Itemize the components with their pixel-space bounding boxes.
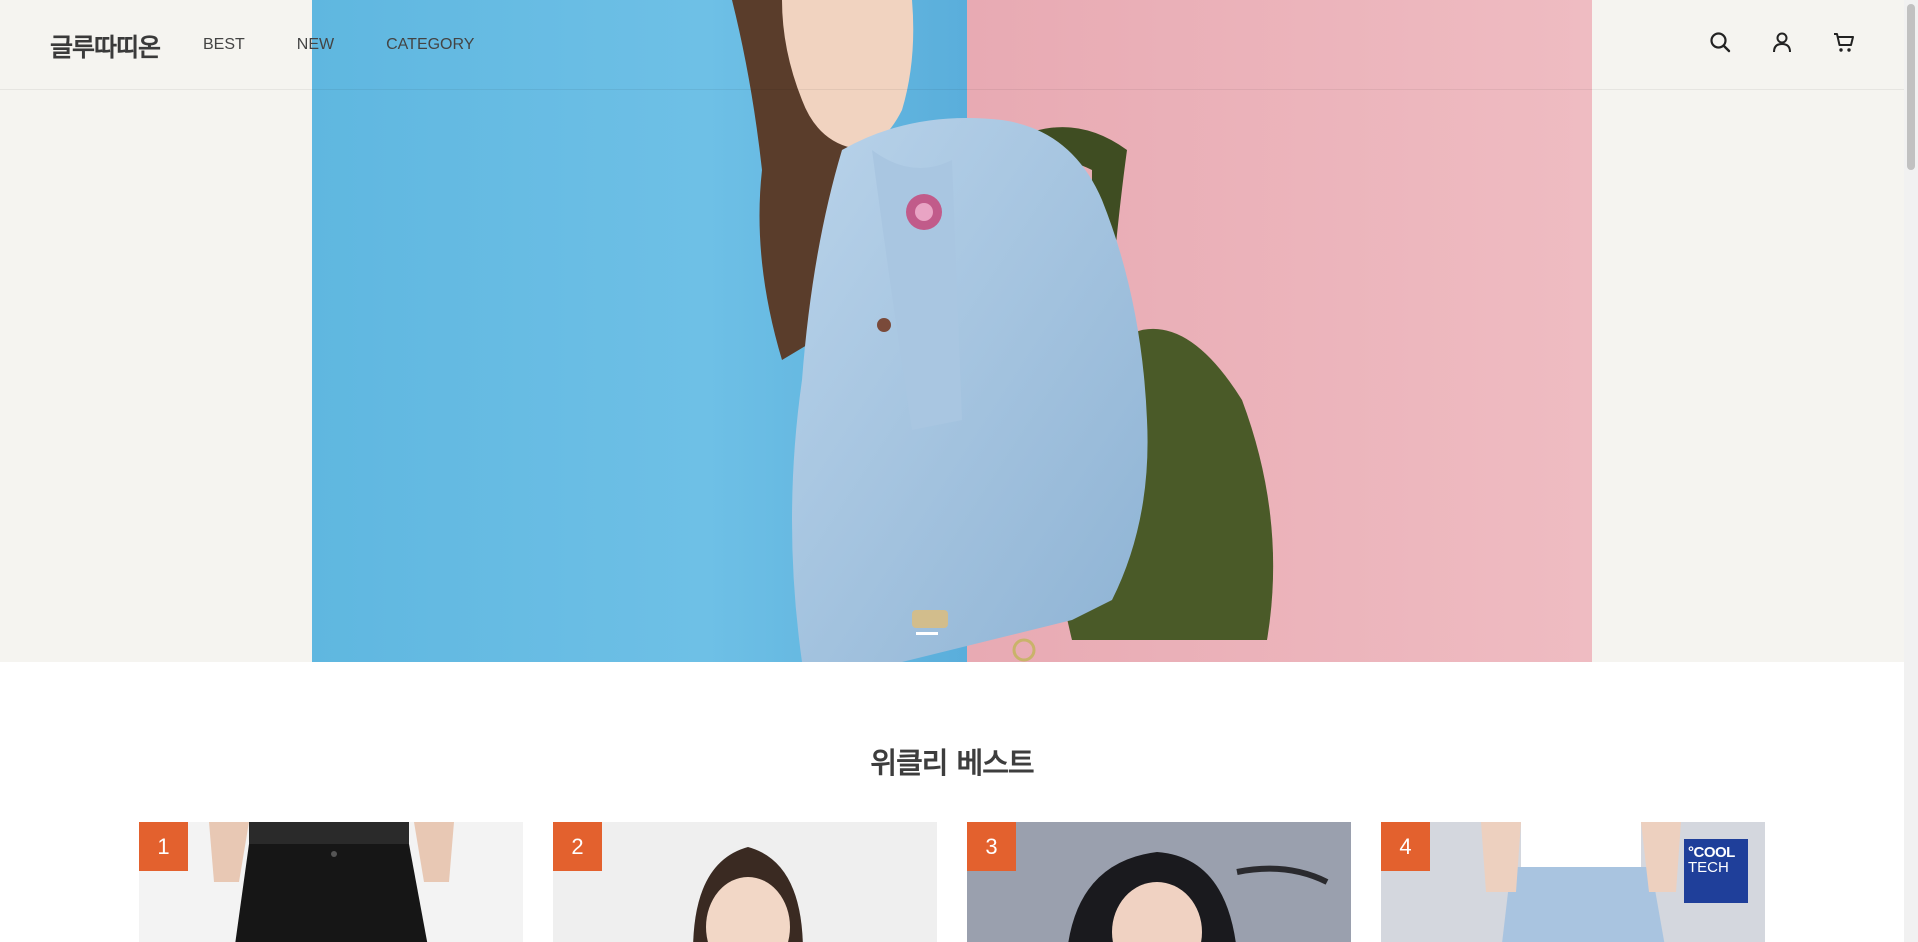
cooltech-line2: TECH <box>1688 859 1729 876</box>
search-icon[interactable] <box>1708 30 1732 54</box>
nav-item-category[interactable]: CATEGORY <box>386 36 474 54</box>
rank-badge: 1 <box>139 822 188 871</box>
vertical-scrollbar[interactable] <box>1904 0 1918 942</box>
product-image <box>139 822 523 942</box>
user-icon[interactable] <box>1770 30 1794 54</box>
weekly-best-title: 위클리 베스트 <box>870 746 1034 780</box>
product-card[interactable]: 4 °COOL TECH <box>1381 822 1765 942</box>
weekly-best-list: 1 2 3 4 °COOL TECH <box>139 822 1765 942</box>
product-image <box>553 822 937 942</box>
site-logo[interactable]: 글루따띠온 <box>50 28 161 64</box>
main-nav: BEST NEW CATEGORY <box>203 36 526 54</box>
nav-item-new[interactable]: NEW <box>297 36 334 54</box>
scrollbar-thumb[interactable] <box>1907 4 1915 170</box>
nav-item-best[interactable]: BEST <box>203 36 245 54</box>
site-header: 글루따띠온 BEST NEW CATEGORY <box>0 0 1904 90</box>
header-icons <box>1708 30 1856 54</box>
cart-icon[interactable] <box>1832 30 1856 54</box>
hero-banner-image[interactable] <box>312 0 1592 662</box>
product-card[interactable]: 3 <box>967 822 1351 942</box>
slide-indicator <box>916 632 938 635</box>
cooltech-line1: °COOL <box>1688 844 1735 861</box>
cooltech-badge: °COOL TECH <box>1684 839 1748 903</box>
product-card[interactable]: 1 <box>139 822 523 942</box>
rank-badge: 4 <box>1381 822 1430 871</box>
product-card[interactable]: 2 <box>553 822 937 942</box>
hero-section <box>0 0 1904 662</box>
product-image <box>967 822 1351 942</box>
rank-badge: 2 <box>553 822 602 871</box>
rank-badge: 3 <box>967 822 1016 871</box>
slide-dot[interactable] <box>916 632 938 635</box>
